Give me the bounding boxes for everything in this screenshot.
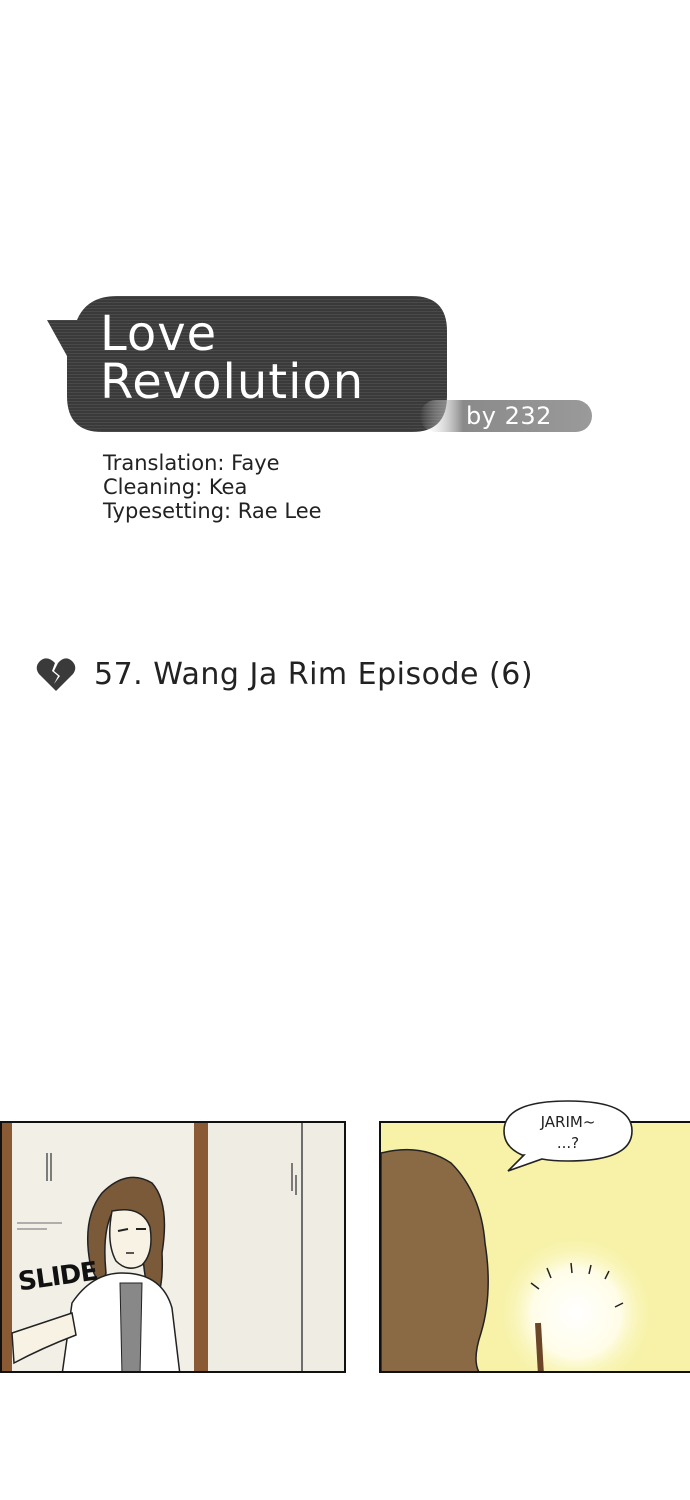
- comic-title: Love Revolution: [100, 310, 364, 406]
- credit-typesetting: Typesetting: Rae Lee: [103, 499, 322, 523]
- title-line-1: Love: [100, 306, 218, 362]
- credit-cleaning: Cleaning: Kea: [103, 475, 248, 499]
- credit-translation: Translation: Faye: [103, 451, 280, 475]
- byline: by 232: [466, 402, 552, 430]
- speech-line-2: ...?: [556, 1134, 580, 1152]
- broken-heart-icon: [36, 658, 76, 691]
- episode-heading: 57. Wang Ja Rim Episode (6): [36, 655, 533, 695]
- credits: Translation: Faye Cleaning: Kea Typesett…: [103, 451, 322, 523]
- speech-line-1: JARIM~: [540, 1113, 596, 1131]
- episode-title: 57. Wang Ja Rim Episode (6): [94, 657, 534, 692]
- title-line-2: Revolution: [100, 354, 365, 410]
- comic-panel-left: [0, 1121, 346, 1373]
- panel-left-art: [2, 1123, 344, 1371]
- speech-text: JARIM~ ...?: [502, 1112, 634, 1154]
